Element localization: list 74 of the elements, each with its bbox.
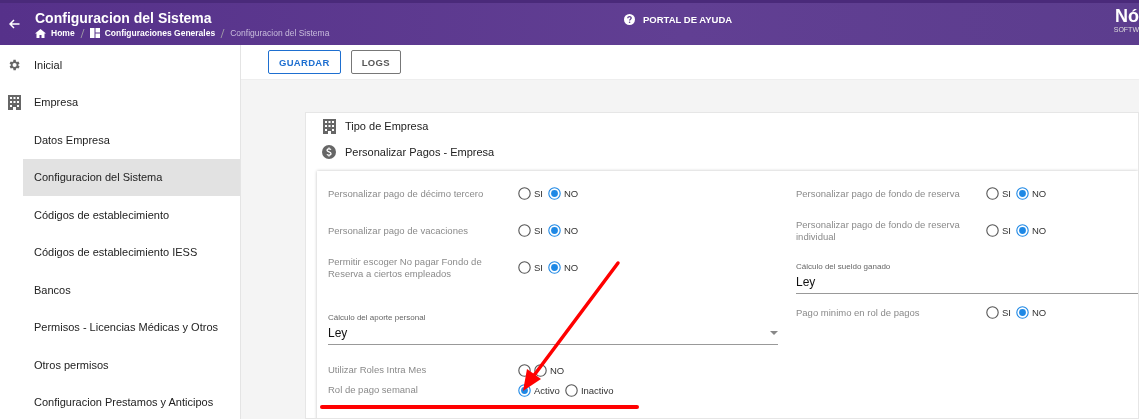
option-label: NO — [564, 262, 579, 273]
field-label: Pago minimo en rol de pagos — [796, 306, 921, 319]
breadcrumb-link[interactable]: Home — [51, 28, 75, 38]
option-label: Activo — [534, 384, 560, 396]
section-header[interactable]: Tipo de Empresa — [345, 120, 429, 132]
option-label: Inactivo — [580, 384, 614, 396]
option-label: NO — [1032, 307, 1047, 318]
radio-button[interactable] — [986, 187, 999, 200]
building-icon — [322, 118, 336, 134]
sidebar-item[interactable]: Empresa — [0, 83, 240, 121]
field-value: Ley — [796, 275, 816, 289]
option-label: NO — [564, 188, 579, 199]
dollar-icon — [322, 145, 336, 159]
radio-button[interactable] — [548, 224, 561, 237]
sidebar-item[interactable]: Códigos de establecimiento IESS — [23, 233, 240, 271]
option-label: NO — [550, 364, 565, 376]
field-label: Personalizar pago de décimo tercero — [328, 187, 485, 200]
breadcrumb-separator-icon — [79, 28, 85, 38]
sidebar-item[interactable]: Configuracion del Sistema — [23, 158, 240, 196]
radio-button[interactable] — [518, 224, 531, 237]
field-label: Personalizar pago de fondo de reserva — [796, 187, 961, 200]
sidebar-item[interactable]: Permisos - Licencias Médicas y Otros — [23, 308, 240, 346]
sidebar-item[interactable]: Otros permisos — [23, 346, 240, 384]
field-label: Personalizar pago de fondo de reserva individual — [796, 218, 961, 243]
field-label: Cálculo del sueldo ganado — [796, 262, 892, 271]
field-label: Cálculo del aporte personal — [328, 313, 427, 322]
section-header[interactable]: Personalizar Pagos - Empresa — [345, 146, 495, 158]
logs-button[interactable]: LOGS — [350, 50, 401, 74]
sidebar-item[interactable]: Configuracion Prestamos y Anticipos — [23, 383, 240, 419]
field-value: Ley — [328, 326, 348, 340]
radio-button[interactable] — [534, 363, 547, 377]
option-label: SI — [534, 262, 543, 273]
logo-text: Nó — [1115, 6, 1139, 26]
option-label: NO — [1032, 188, 1047, 199]
home-icon — [35, 28, 46, 38]
select-field[interactable]: Cálculo del aporte personal Ley — [328, 313, 778, 345]
building-icon — [7, 94, 21, 110]
gear-icon — [7, 57, 21, 72]
field-label: Rol de pago semanal — [328, 384, 419, 396]
sidebar-item[interactable]: Códigos de establecimiento — [23, 196, 240, 234]
radio-button[interactable] — [1016, 306, 1029, 319]
field-label: Permitir escoger No pagar Fondo de Reserva a ciertos empleados — [328, 255, 483, 280]
back-arrow-icon[interactable] — [8, 19, 20, 29]
dropdown-caret-icon[interactable] — [770, 331, 778, 335]
radio-button[interactable] — [564, 383, 578, 397]
radio-button[interactable] — [518, 187, 531, 200]
option-label: NO — [1032, 225, 1047, 236]
breadcrumb-link[interactable]: Configuracion del Sistema — [230, 28, 330, 38]
help-portal-link[interactable]: PORTAL DE AYUDA — [643, 14, 733, 25]
radio-button[interactable] — [986, 306, 999, 319]
breadcrumb-separator-icon — [220, 28, 226, 38]
option-label: NO — [564, 225, 579, 236]
help-icon — [624, 14, 635, 25]
option-label: SI — [534, 225, 543, 236]
sidebar-item[interactable]: Datos Empresa — [23, 121, 240, 159]
page-title: Configuracion del Sistema — [35, 10, 213, 26]
radio-button[interactable] — [548, 187, 561, 200]
option-label: SI — [534, 188, 543, 199]
sidebar-item[interactable]: Inicial — [0, 46, 240, 84]
radio-button[interactable] — [986, 224, 999, 237]
input-field[interactable]: Cálculo del sueldo ganado Ley — [796, 262, 1138, 294]
radio-button[interactable] — [548, 261, 561, 274]
breadcrumb-link[interactable]: Configuraciones Generales — [104, 28, 216, 38]
field-label: Personalizar pago de vacaciones — [328, 224, 469, 237]
option-label: SI — [1002, 225, 1011, 236]
radio-button[interactable] — [1016, 224, 1029, 237]
option-label: SI — [1002, 188, 1011, 199]
sidebar-item[interactable]: Bancos — [23, 271, 240, 309]
save-button[interactable]: GUARDAR — [268, 50, 341, 74]
option-label: SI — [1002, 307, 1011, 318]
field-label: Utilizar Roles Intra Mes — [328, 364, 428, 376]
grid-icon — [89, 28, 100, 38]
radio-button[interactable] — [1016, 187, 1029, 200]
radio-button[interactable] — [518, 261, 531, 274]
